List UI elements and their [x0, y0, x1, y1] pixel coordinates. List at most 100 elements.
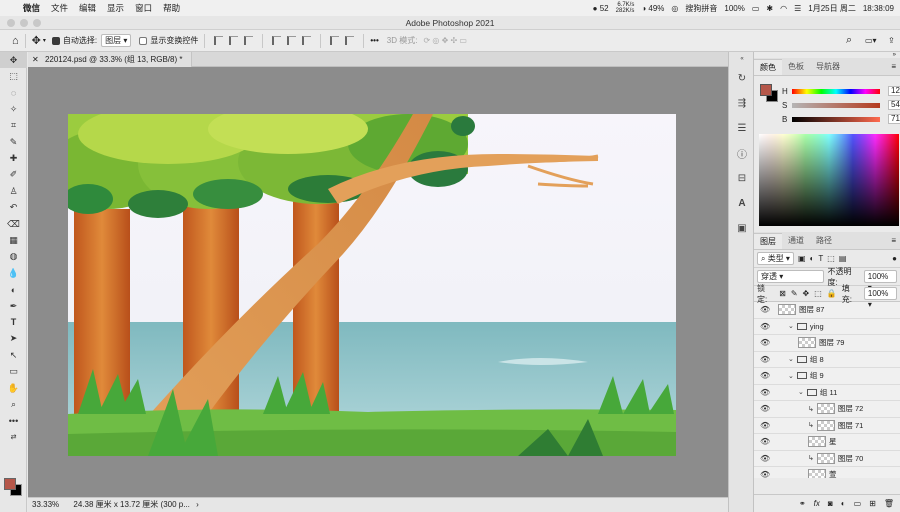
search-icon[interactable]: ⌕	[846, 34, 852, 47]
layer-row[interactable]: 👁 图层 87	[754, 302, 900, 319]
layer-thumbnail[interactable]	[816, 419, 835, 431]
artwork-canvas[interactable]	[68, 114, 676, 456]
paint-bucket-tool-icon[interactable]: ◍	[0, 249, 27, 265]
opacity-input[interactable]: 100% ▾	[863, 270, 897, 292]
saturation-slider[interactable]	[792, 103, 880, 108]
pen-tool-icon[interactable]: ✒	[0, 298, 27, 314]
lock-artboard-icon[interactable]: ⬚	[814, 289, 822, 298]
layer-row[interactable]: 👁 星	[754, 434, 900, 451]
visibility-eye-icon[interactable]: 👁	[760, 470, 770, 478]
layer-name[interactable]: 星	[829, 436, 837, 447]
layer-thumbnail[interactable]	[808, 469, 826, 478]
clock-time[interactable]: 18:38:09	[863, 4, 894, 13]
healing-brush-tool-icon[interactable]: ✚	[0, 150, 27, 166]
document-tab[interactable]: ✕ 220124.psd @ 33.3% (组 13, RGB/8) *	[28, 52, 192, 67]
hand-tool-icon[interactable]: ✋	[0, 380, 27, 396]
color-spectrum-picker[interactable]	[759, 134, 899, 226]
layer-thumbnail[interactable]	[778, 304, 796, 316]
visibility-eye-icon[interactable]: 👁	[760, 371, 770, 380]
lock-pixels-icon[interactable]: ✎	[791, 289, 798, 298]
distribute-h-icon[interactable]	[345, 36, 355, 45]
menu-help[interactable]: 帮助	[163, 2, 180, 14]
dodge-tool-icon[interactable]: ◐	[0, 281, 27, 297]
canvas-area[interactable]	[28, 67, 728, 497]
link-layers-icon[interactable]: ⚭	[799, 499, 806, 508]
layer-name[interactable]: 组 8	[810, 354, 824, 365]
share-icon[interactable]: ⇪	[888, 36, 895, 45]
close-window-button[interactable]	[7, 19, 15, 27]
expand-arrow-icon[interactable]: ⌄	[788, 355, 794, 363]
layer-row[interactable]: 👁 ↳ 图层 71	[754, 418, 900, 434]
filter-toggle-icon[interactable]: ●	[892, 254, 897, 263]
crop-tool-icon[interactable]: ⌗	[0, 118, 27, 134]
layer-name[interactable]: 图层 71	[838, 420, 863, 431]
actions-panel-icon[interactable]: ⇶	[729, 91, 755, 116]
layer-thumbnail[interactable]	[816, 452, 835, 464]
menu-view[interactable]: 显示	[107, 2, 124, 14]
layer-row[interactable]: 👁 萱	[754, 467, 900, 478]
visibility-eye-icon[interactable]: 👁	[760, 322, 770, 331]
color-panel-foreground-swatch[interactable]	[760, 84, 772, 96]
character-panel-icon[interactable]: A	[729, 191, 755, 216]
expand-arrow-icon[interactable]: ⌄	[788, 372, 794, 380]
battery-icon[interactable]: ▭	[752, 4, 760, 13]
show-transform-checkbox[interactable]	[139, 36, 148, 45]
align-right-icon[interactable]	[244, 36, 254, 45]
lasso-tool-icon[interactable]: ◌	[0, 85, 27, 101]
tab-color[interactable]: 颜色	[754, 59, 782, 75]
fill-input[interactable]: 100% ▾	[863, 287, 897, 309]
zoom-window-button[interactable]	[33, 19, 41, 27]
more-tools-icon[interactable]: •••	[0, 413, 27, 429]
visibility-eye-icon[interactable]: 👁	[760, 454, 770, 463]
document-size[interactable]: 24.38 厘米 x 13.72 厘米 (300 p...	[73, 500, 190, 509]
wifi-icon[interactable]: ◠	[780, 4, 787, 13]
expand-arrow-icon[interactable]: ⌄	[788, 322, 794, 330]
layer-row[interactable]: 👁 ⌄ 组 9	[754, 368, 900, 385]
saturation-input[interactable]: 54	[888, 100, 900, 110]
layer-name[interactable]: 图层 72	[838, 403, 863, 414]
eraser-tool-icon[interactable]: ⌫	[0, 216, 27, 232]
menu-edit[interactable]: 编辑	[79, 2, 96, 14]
app-menu[interactable]: 微信	[23, 2, 40, 14]
type-tool-icon[interactable]: T	[0, 314, 27, 330]
new-group-icon[interactable]: ▭	[854, 499, 862, 508]
align-center-icon[interactable]	[229, 36, 239, 45]
visibility-eye-icon[interactable]: 👁	[760, 404, 770, 413]
brightness-slider[interactable]	[792, 117, 880, 122]
layer-name[interactable]: 组 11	[820, 387, 837, 398]
chevron-down-icon[interactable]: ▾	[43, 37, 46, 44]
auto-select-dropdown[interactable]: 图层 ▾	[101, 34, 132, 47]
history-brush-tool-icon[interactable]: ↶	[0, 200, 27, 216]
layer-name[interactable]: 组 9	[810, 370, 824, 381]
layer-name[interactable]: 图层 70	[838, 453, 863, 464]
layer-row[interactable]: 👁 ⌄ 组 11	[754, 385, 900, 401]
brush-tool-icon[interactable]: ✐	[0, 167, 27, 183]
bluetooth-icon[interactable]: ✱	[766, 4, 773, 13]
new-layer-icon[interactable]: ⊞	[869, 499, 876, 508]
wechat-icon[interactable]: ◎	[671, 4, 678, 13]
blend-mode-dropdown[interactable]: 穿透 ▾	[757, 270, 824, 283]
tab-navigator[interactable]: 导航器	[810, 59, 846, 75]
lock-all-icon[interactable]: 🔒	[827, 289, 837, 298]
layer-style-button[interactable]: fx	[814, 499, 820, 508]
marquee-tool-icon[interactable]: ⬚	[0, 68, 27, 84]
more-options-icon[interactable]: •••	[370, 36, 378, 45]
layer-row[interactable]: 👁 ↳ 图层 72	[754, 401, 900, 418]
control-center-icon[interactable]: ☰	[794, 4, 801, 13]
layer-thumbnail[interactable]	[808, 436, 826, 448]
layer-row[interactable]: 👁 ↳ 图层 70	[754, 451, 900, 467]
magic-wand-tool-icon[interactable]: ✧	[0, 101, 27, 117]
layer-row[interactable]: 👁 ⌄ ying	[754, 319, 900, 335]
input-method[interactable]: 搜狗拼音	[685, 3, 717, 14]
clone-stamp-tool-icon[interactable]: ♙	[0, 183, 27, 199]
close-tab-icon[interactable]: ✕	[32, 55, 39, 64]
workspace-icon[interactable]: ▭▾	[865, 36, 877, 45]
minimize-window-button[interactable]	[20, 19, 28, 27]
layer-row[interactable]: 👁 ⌄ 组 8	[754, 352, 900, 368]
foreground-color-swatch[interactable]	[4, 478, 16, 490]
filter-pixel-icon[interactable]: ▣	[798, 254, 806, 263]
layer-name[interactable]: ying	[810, 322, 824, 331]
rectangle-tool-icon[interactable]: ▭	[0, 363, 27, 379]
zoom-level[interactable]: 33.33%	[32, 500, 59, 509]
expand-arrow-icon[interactable]: ⌄	[798, 388, 804, 396]
